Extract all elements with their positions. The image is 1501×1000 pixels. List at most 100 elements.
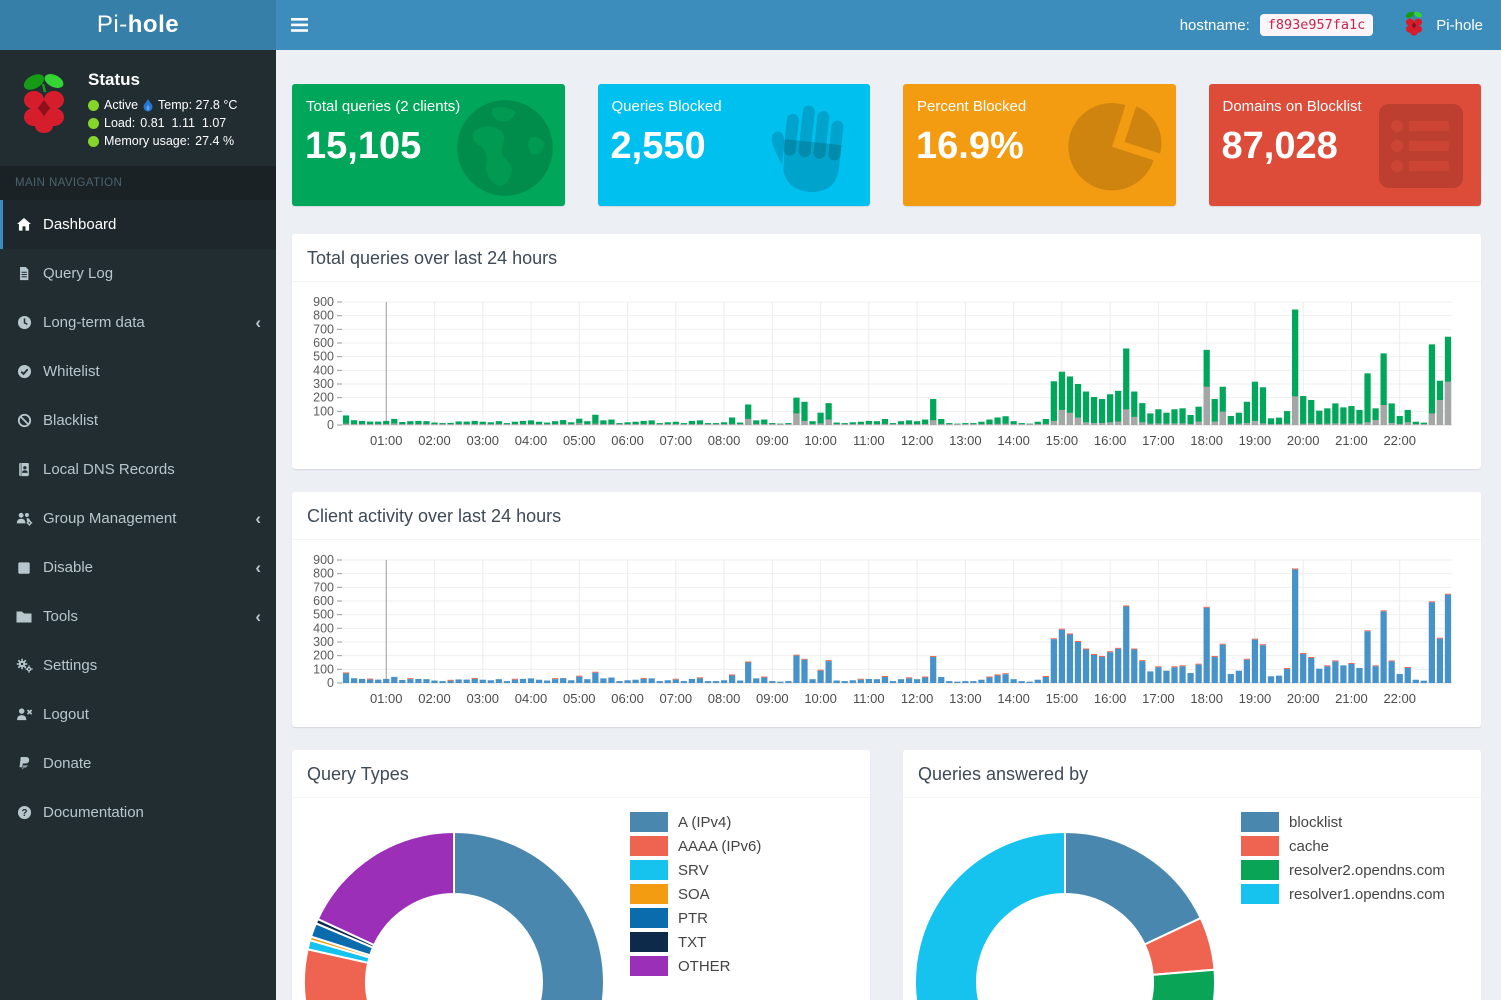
sidebar-item-local-dns-records[interactable]: Local DNS Records [0,445,276,494]
query-types-box: Query Types A (IPv4)AAAA (IPv6)SRVSOAPTR… [292,750,870,1000]
status-row-label: Active [104,98,138,112]
svg-text:400: 400 [313,363,334,377]
donut-slice-resolver2-opendns-com [993,970,1215,1000]
sidebar-item-disable[interactable]: Disable‹ [0,543,276,592]
status-ok-dot [88,136,99,147]
svg-text:700: 700 [313,580,334,594]
sidebar-item-donate[interactable]: Donate [0,739,276,788]
svg-text:13:00: 13:00 [949,691,982,706]
stat-card-value: 2,550 [611,125,871,168]
sidebar-toggle-button[interactable] [276,0,322,50]
svg-text:12:00: 12:00 [901,433,934,448]
query-types-legend: A (IPv4) AAAA (IPv6) SRV SOA PTR TXT OTHER [630,810,761,978]
legend-swatch [630,884,668,904]
queries-answered-by-legend: blocklistcache resolver2.opendns.com resol… [1241,810,1445,906]
legend-label: OTHER [678,958,731,975]
sidebar-item-logout[interactable]: Logout [0,690,276,739]
query-types-donut-chart [302,819,622,1000]
stop-icon [15,560,33,576]
svg-text:07:00: 07:00 [660,691,693,706]
svg-text:11:00: 11:00 [853,691,885,706]
sidebar-item-settings[interactable]: Settings [0,641,276,690]
sidebar-item-dashboard[interactable]: Dashboard [0,200,276,249]
svg-text:08:00: 08:00 [708,691,741,706]
legend-item-blocklist[interactable]: blocklist [1241,810,1445,834]
svg-text:13:00: 13:00 [949,433,982,448]
svg-text:15:00: 15:00 [1046,433,1079,448]
legend-item-other[interactable]: OTHER [630,954,761,978]
sidebar-item-documentation[interactable]: ? Documentation [0,788,276,837]
sidebar-item-tools[interactable]: Tools‹ [0,592,276,641]
legend-item-txt[interactable]: TXT [630,930,761,954]
hamburger-icon [291,18,308,32]
svg-text:08:00: 08:00 [708,433,741,448]
svg-text:10:00: 10:00 [804,433,837,448]
client-activity-box: Client activity over last 24 hours 01002… [292,492,1481,727]
legend-swatch [630,908,668,928]
sidebar-item-whitelist[interactable]: Whitelist [0,347,276,396]
gears-icon [15,658,33,674]
legend-swatch [630,860,668,880]
legend-label: AAAA (IPv6) [678,838,761,855]
legend-item-srv[interactable]: SRV [630,858,761,882]
svg-text:17:00: 17:00 [1142,433,1175,448]
legend-label: SOA [678,886,710,903]
legend-item-a-ipv4-[interactable]: A (IPv4) [630,810,761,834]
svg-text:500: 500 [313,350,334,364]
menu-section-label: MAIN NAVIGATION [0,166,276,200]
stat-card-value: 16.9% [916,125,1176,168]
svg-text:02:00: 02:00 [418,433,451,448]
svg-text:01:00: 01:00 [370,691,403,706]
legend-swatch [630,932,668,952]
sidebar-item-long-term-data[interactable]: Long-term data‹ [0,298,276,347]
legend-item-resolver1-opendns-com[interactable]: resolver1.opendns.com [1241,882,1445,906]
summary-cards: Total queries (2 clients)15,105Queries B… [292,84,1481,206]
svg-text:200: 200 [313,391,334,405]
svg-text:21:00: 21:00 [1335,691,1368,706]
sidebar-item-label: Whitelist [43,363,100,380]
stat-card-percent-blocked: Percent Blocked16.9% [903,84,1176,206]
sidebar-item-query-log[interactable]: Query Log [0,249,276,298]
stat-card-queries-blocked: Queries Blocked2,550 [598,84,871,206]
question-circle-icon: ? [15,805,33,821]
legend-label: PTR [678,910,708,927]
navbar-brand-label: Pi-hole [1436,17,1483,34]
stat-card-domains-on-blocklist: Domains on Blocklist 87,028 [1209,84,1482,206]
svg-text:11:00: 11:00 [853,433,885,448]
file-icon [15,266,33,282]
svg-text:03:00: 03:00 [466,433,499,448]
donut-slice-aaaa-ipv6- [304,949,509,1000]
svg-text:200: 200 [313,649,334,663]
flame-icon [143,99,153,112]
clock-icon [15,315,33,331]
legend-item-cache[interactable]: cache [1241,834,1445,858]
svg-text:07:00: 07:00 [660,433,693,448]
donut-slice-other [318,832,454,945]
brand-bold: hole [128,11,179,39]
sidebar-item-group-management[interactable]: Group Management‹ [0,494,276,543]
chevron-left-icon: ‹ [255,612,261,622]
sidebar-item-blacklist[interactable]: Blacklist [0,396,276,445]
legend-label: A (IPv4) [678,814,731,831]
status-row: Memory usage:27.4 % [88,134,237,148]
sidebar-item-label: Documentation [43,804,144,821]
legend-item-ptr[interactable]: PTR [630,906,761,930]
donut-slice-a-ipv4- [454,832,604,1000]
svg-text:100: 100 [313,662,334,676]
brand-prefix: Pi- [97,11,128,39]
svg-text:02:00: 02:00 [418,691,451,706]
legend-label: resolver2.opendns.com [1289,862,1445,879]
stat-card-value: 87,028 [1222,125,1482,168]
svg-text:03:00: 03:00 [466,691,499,706]
address-book-icon [15,462,33,478]
stat-card-label: Domains on Blocklist [1223,98,1482,115]
legend-item-resolver2-opendns-com[interactable]: resolver2.opendns.com [1241,858,1445,882]
status-row-value: 0.81 1.11 1.07 [140,116,226,130]
svg-text:19:00: 19:00 [1239,433,1272,448]
legend-item-aaaa-ipv6-[interactable]: AAAA (IPv6) [630,834,761,858]
brand-logo[interactable]: Pi-hole [0,0,276,50]
svg-text:09:00: 09:00 [756,691,789,706]
legend-item-soa[interactable]: SOA [630,882,761,906]
navbar-brand[interactable]: Pi-hole [1401,10,1483,40]
chevron-left-icon: ‹ [255,318,261,328]
